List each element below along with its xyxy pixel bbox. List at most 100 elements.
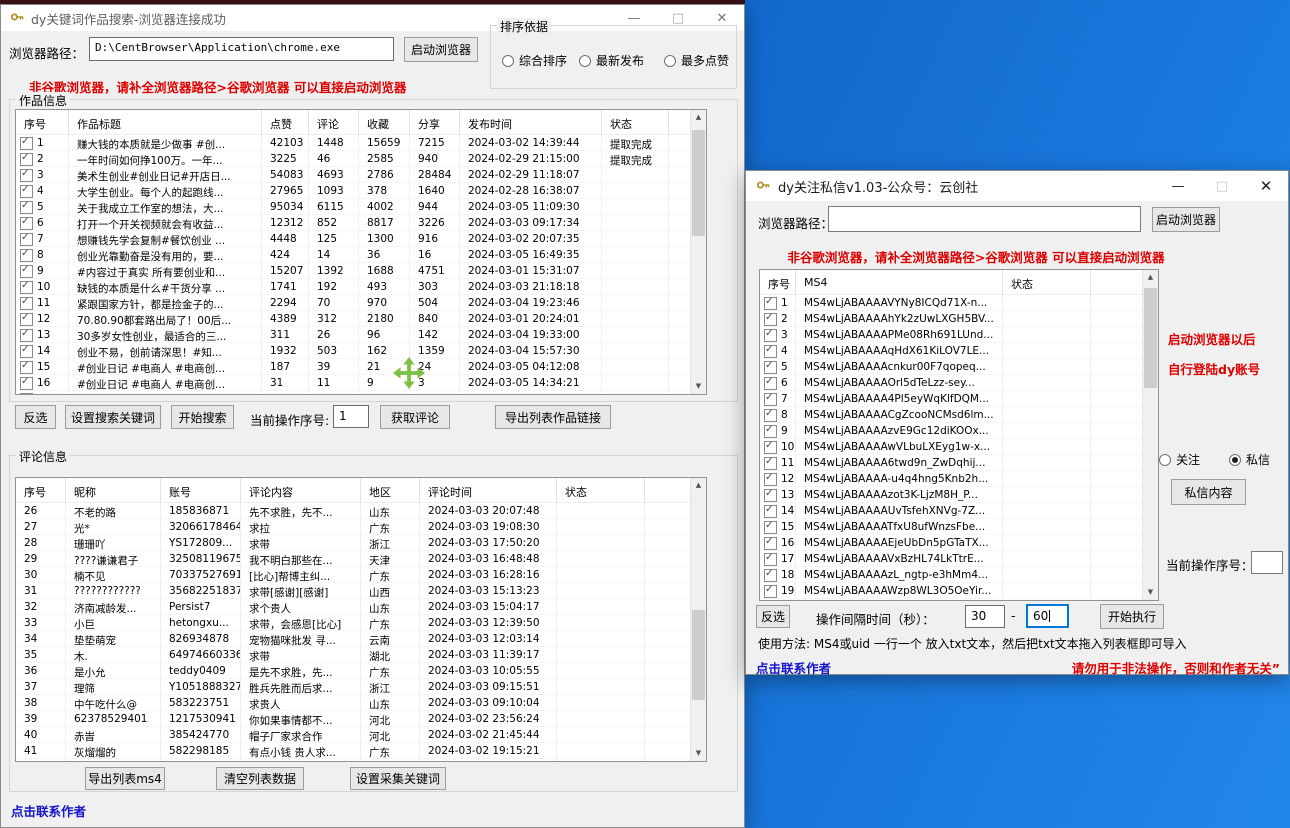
row-checkbox[interactable]	[20, 201, 33, 214]
invert-selection-button[interactable]: 反选	[15, 405, 56, 429]
interval-to-input[interactable]: 60	[1026, 604, 1069, 628]
table-row[interactable]: 19MS4wLjABAAAAWzp8WL3O5OeYir...	[760, 583, 1143, 599]
comments-table-scrollbar[interactable]: ▲ ▼	[690, 478, 706, 761]
row-checkbox[interactable]	[20, 281, 33, 294]
contact-author-link[interactable]: 点击联系作者	[756, 658, 831, 677]
table-row[interactable]: 3美术生创业#创业日记#开店日...5408346932786284842024…	[16, 167, 691, 183]
scroll-up-icon[interactable]: ▲	[691, 478, 706, 493]
table-row[interactable]: 16MS4wLjABAAAAEjeUbDn5pGTaTX...	[760, 535, 1143, 551]
row-checkbox[interactable]	[20, 137, 33, 150]
row-checkbox[interactable]	[20, 249, 33, 262]
table-row[interactable]: 42	[16, 759, 691, 761]
column-header[interactable]: 序号	[760, 270, 796, 295]
table-row[interactable]: 8MS4wLjABAAAACgZcooNCMsd6lm...	[760, 407, 1143, 423]
launch-browser-button[interactable]: 启动浏览器	[404, 37, 478, 62]
table-row[interactable]: 9#内容过于真实 所有要创业和...152071392168847512024-…	[16, 263, 691, 279]
table-row[interactable]: 27光*32066178464求拉广东2024-03-03 19:08:30	[16, 519, 691, 535]
table-row[interactable]: 11紧跟国家方针，都是捡金子的...2294709705042024-03-04…	[16, 295, 691, 311]
table-row[interactable]: 7MS4wLjABAAAA4Pl5eyWqKlfDQM...	[760, 391, 1143, 407]
row-checkbox[interactable]	[764, 393, 777, 406]
table-row[interactable]: 9MS4wLjABAAAAzvE9Gc12diKOOx...	[760, 423, 1143, 439]
column-header[interactable]: 评论内容	[241, 478, 361, 503]
table-row[interactable]: 13MS4wLjABAAAAzot3K-LjzM8H_P...	[760, 487, 1143, 503]
browser-path-input[interactable]: D:\CentBrowser\Application\chrome.exe	[89, 37, 394, 61]
column-header[interactable]: 状态	[557, 478, 645, 503]
start-execute-button[interactable]: 开始执行	[1100, 604, 1164, 629]
table-row[interactable]: 29????谦谦君子32508119675我不明白那些在...天津2024-03…	[16, 551, 691, 567]
table-row[interactable]: 12MS4wLjABAAAA-u4q4hng5Knb2h...	[760, 471, 1143, 487]
radio-icon[interactable]	[579, 55, 591, 67]
column-header[interactable]: 作品标题	[69, 110, 262, 135]
scrollbar-thumb[interactable]	[1144, 288, 1157, 388]
maximize-button[interactable]: □	[1200, 179, 1244, 194]
row-checkbox[interactable]	[20, 297, 33, 310]
table-row[interactable]: 18MS4wLjABAAAAzL_ngtp-e3hMm4...	[760, 567, 1143, 583]
current-index-input[interactable]	[1251, 551, 1283, 574]
row-checkbox[interactable]	[764, 409, 777, 422]
table-row[interactable]: 2MS4wLjABAAAAhYk2zUwLXGH5BV...	[760, 311, 1143, 327]
row-checkbox[interactable]	[764, 473, 777, 486]
column-header[interactable]: 序号	[16, 110, 69, 135]
row-checkbox[interactable]	[764, 457, 777, 470]
scroll-down-icon[interactable]: ▼	[691, 746, 706, 761]
table-row[interactable]: 32济南减龄发...Persist7求个贵人山东2024-03-03 15:04…	[16, 599, 691, 615]
row-checkbox[interactable]	[20, 169, 33, 182]
table-row[interactable]: 33小巨hetongxu...求带，会感恩[比心]广东2024-03-03 12…	[16, 615, 691, 631]
invert-selection-button[interactable]: 反选	[756, 605, 790, 628]
column-header[interactable]: 发布时间	[460, 110, 602, 135]
launch-browser-button[interactable]: 启动浏览器	[1152, 207, 1220, 232]
table-row[interactable]: 31????????????35682251837求带[感谢][感谢]山西202…	[16, 583, 691, 599]
export-work-links-button[interactable]: 导出列表作品链接	[495, 405, 611, 429]
clear-list-button[interactable]: 清空列表数据	[216, 767, 304, 790]
table-row[interactable]: 37理筛Y1051888327胜兵先胜而后求...浙江2024-03-03 09…	[16, 679, 691, 695]
row-checkbox[interactable]	[764, 505, 777, 518]
scroll-down-icon[interactable]: ▼	[691, 379, 706, 394]
column-header[interactable]: MS4	[796, 270, 1003, 295]
row-checkbox[interactable]	[764, 489, 777, 502]
row-checkbox[interactable]	[764, 553, 777, 566]
works-table-scrollbar[interactable]: ▲ ▼	[690, 110, 706, 394]
column-header[interactable]: 地区	[361, 478, 420, 503]
close-button[interactable]: ✕	[700, 11, 744, 26]
minimize-button[interactable]: —	[1156, 179, 1200, 194]
table-row[interactable]: 28珊珊吖YS172809...求带浙江2024-03-03 17:50:20	[16, 535, 691, 551]
titlebar[interactable]: dy关注私信v1.03-公众号：云创社 — □ ✕	[746, 171, 1288, 201]
row-checkbox[interactable]	[764, 313, 777, 326]
table-row[interactable]: 40赤峕385424770帽子厂家求合作河北2024-03-02 21:45:4…	[16, 727, 691, 743]
table-row[interactable]: 15#创业日记 #电商人 #电商创...1873921242024-03-05 …	[16, 359, 691, 375]
current-index-input[interactable]: 1	[333, 405, 369, 428]
table-row[interactable]: 34垫垫萌宠826934878宠物猫咪批发 寻...云南2024-03-03 1…	[16, 631, 691, 647]
row-checkbox[interactable]	[764, 521, 777, 534]
maximize-button[interactable]: □	[656, 11, 700, 26]
table-row[interactable]: 26不老的路185836871先不求胜，先不...山东2024-03-03 20…	[16, 503, 691, 519]
table-row[interactable]: 14创业不易，创前请深思！#知...193250316213592024-03-…	[16, 343, 691, 359]
row-checkbox[interactable]	[764, 329, 777, 342]
table-row[interactable]: 3MS4wLjABAAAAPMe08Rh691LUnd...	[760, 327, 1143, 343]
column-header[interactable]: 点赞	[262, 110, 309, 135]
start-search-button[interactable]: 开始搜索	[171, 405, 234, 429]
get-comments-button[interactable]: 获取评论	[380, 405, 450, 429]
minimize-button[interactable]: —	[612, 11, 656, 26]
dm-content-button[interactable]: 私信内容	[1171, 479, 1246, 505]
scroll-up-icon[interactable]: ▲	[1143, 270, 1158, 285]
interval-from-input[interactable]: 30	[965, 605, 1005, 628]
works-table[interactable]: 序号作品标题点赞评论收藏分享发布时间状态 1赚大钱的本质就是少做事 #创...4…	[15, 109, 707, 395]
row-checkbox[interactable]	[764, 345, 777, 358]
table-row[interactable]: 1赚大钱的本质就是少做事 #创...4210314481565972152024…	[16, 135, 691, 151]
comments-table[interactable]: 序号昵称账号评论内容地区评论时间状态 26不老的路185836871先不求胜，先…	[15, 477, 707, 762]
radio-icon[interactable]	[664, 55, 676, 67]
radio-sort-newest[interactable]: 最新发布	[579, 52, 644, 69]
row-checkbox[interactable]	[764, 361, 777, 374]
row-checkbox[interactable]	[764, 377, 777, 390]
table-row[interactable]: 11MS4wLjABAAAA6twd9n_ZwDqhij...	[760, 455, 1143, 471]
ms4-table[interactable]: 序号MS4状态 1MS4wLjABAAAAVYNy8ICQd71X-n...2M…	[759, 269, 1159, 601]
column-header[interactable]: 账号	[161, 478, 241, 503]
table-row[interactable]: 39623785294011217530941你如果事情都不...河北2024-…	[16, 711, 691, 727]
table-row[interactable]: 10缺钱的本质是什么#干货分享 ...17411924933032024-03-…	[16, 279, 691, 295]
table-row[interactable]: 5关于我成立工作室的想法，大...95034611540029442024-03…	[16, 199, 691, 215]
table-row[interactable]: 16#创业日记 #电商人 #电商创...3111932024-03-05 14:…	[16, 375, 691, 391]
table-row[interactable]: 17MS4wLjABAAAAVxBzHL74LkTtrE...	[760, 551, 1143, 567]
table-row[interactable]: 35木.64974660336求带湖北2024-03-03 11:39:17	[16, 647, 691, 663]
row-checkbox[interactable]	[764, 569, 777, 582]
table-row[interactable]: 7想赚钱先学会复制#餐饮创业 ...444812513009162024-03-…	[16, 231, 691, 247]
